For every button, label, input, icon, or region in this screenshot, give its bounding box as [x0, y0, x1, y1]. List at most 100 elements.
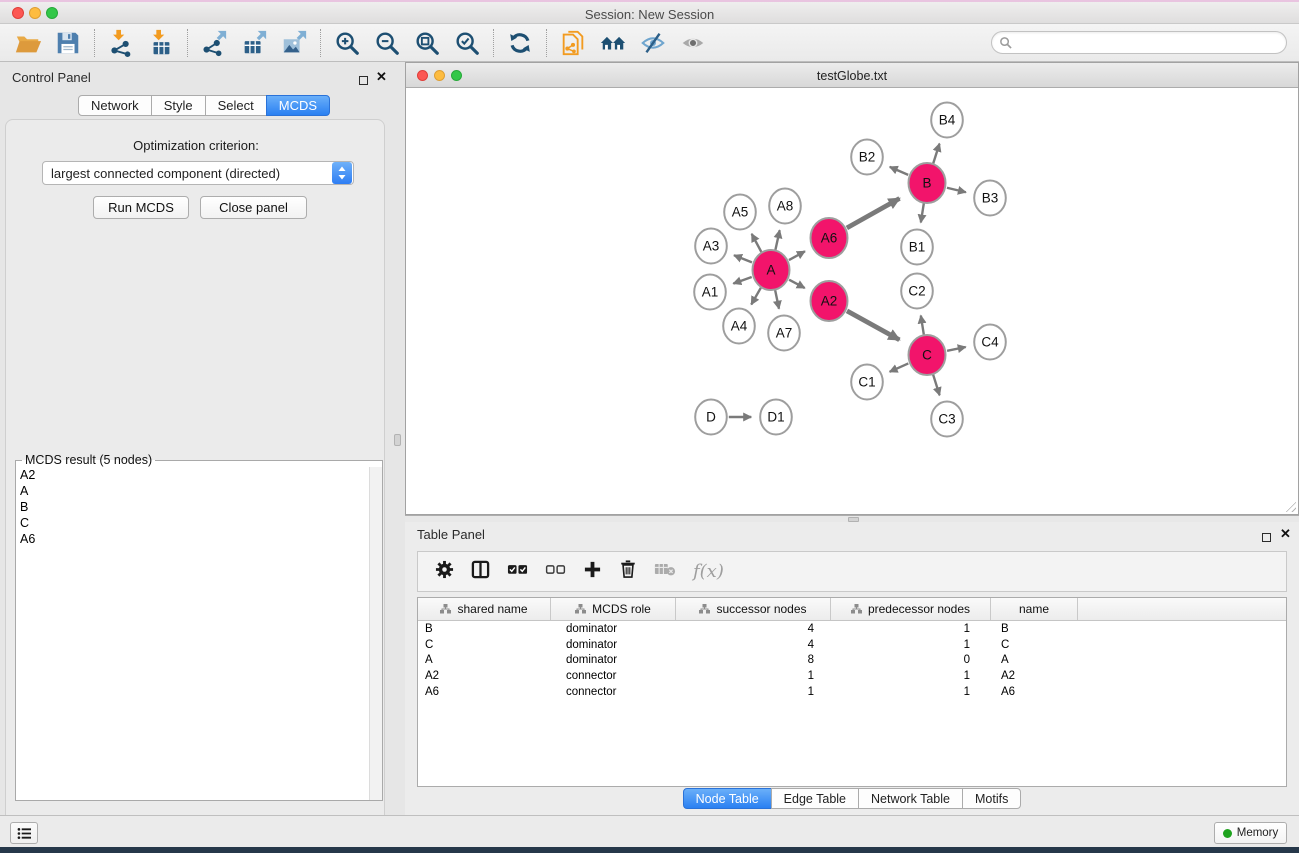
delete-row-trash-icon[interactable]	[619, 559, 637, 584]
mcds-result-item[interactable]: A6	[16, 531, 382, 547]
table-cell[interactable]: 1	[676, 686, 831, 698]
column-header-shared-name[interactable]: shared name	[418, 598, 551, 620]
graph-edge-A-A6[interactable]	[789, 251, 805, 260]
run-mcds-button[interactable]: Run MCDS	[93, 196, 189, 219]
graph-edge-A2-C[interactable]	[847, 311, 899, 340]
graph-edge-A-A1[interactable]	[733, 277, 751, 284]
table-row[interactable]: Adominator80A	[418, 653, 1286, 669]
export-table-icon[interactable]	[234, 27, 274, 59]
import-table-icon[interactable]	[141, 27, 181, 59]
graph-node-A7[interactable]: A7	[768, 316, 800, 351]
graph-node-C2[interactable]: C2	[901, 274, 933, 309]
graph-node-B3[interactable]: B3	[974, 181, 1006, 216]
graph-edge-B-B4[interactable]	[933, 144, 939, 164]
table-cell[interactable]: B	[991, 623, 1078, 635]
column-header-predecessor-nodes[interactable]: predecessor nodes	[831, 598, 991, 620]
table-row[interactable]: A2connector11A2	[418, 668, 1286, 684]
graph-edge-A-A3[interactable]	[734, 255, 752, 262]
graph-node-B2[interactable]: B2	[851, 140, 883, 175]
save-session-icon[interactable]	[48, 27, 88, 59]
show-selected-eye-icon[interactable]	[673, 27, 713, 59]
zoom-selected-icon[interactable]	[447, 27, 487, 59]
table-cell[interactable]: A2	[991, 670, 1078, 682]
table-cell[interactable]: connector	[551, 670, 676, 682]
graph-node-D1[interactable]: D1	[760, 400, 792, 435]
tab-style[interactable]: Style	[151, 95, 206, 116]
graph-node-B[interactable]: B	[909, 163, 946, 203]
memory-button[interactable]: Memory	[1214, 822, 1287, 844]
vertical-split-divider[interactable]	[390, 62, 405, 815]
graph-edge-A-A5[interactable]	[752, 234, 762, 252]
export-network-icon[interactable]	[194, 27, 234, 59]
close-panel-icon[interactable]: ✕	[376, 72, 387, 81]
divider-drag-handle[interactable]	[394, 434, 401, 446]
graph-node-C4[interactable]: C4	[974, 325, 1006, 360]
table-cell[interactable]: 4	[676, 623, 831, 635]
table-cell[interactable]: 0	[831, 654, 991, 666]
zoom-window-button[interactable]	[46, 7, 58, 19]
graph-edge-B-B1[interactable]	[921, 203, 924, 222]
graph-node-D[interactable]: D	[695, 400, 727, 435]
table-settings-gear-icon[interactable]	[435, 560, 454, 584]
graph-edge-A-A4[interactable]	[751, 288, 761, 305]
close-panel-button[interactable]: Close panel	[200, 196, 307, 219]
graph-edge-A6-B[interactable]	[847, 198, 900, 228]
table-cell[interactable]: B	[418, 623, 551, 635]
table-cell[interactable]: 1	[676, 670, 831, 682]
graph-edge-A-A2[interactable]	[789, 280, 805, 288]
tab-mcds[interactable]: MCDS	[266, 95, 330, 116]
graph-node-B4[interactable]: B4	[931, 103, 963, 138]
optimization-criterion-select[interactable]: largest connected component (directed)	[42, 161, 354, 185]
graph-edge-C-C1[interactable]	[890, 363, 909, 371]
apply-layout-icon[interactable]	[500, 27, 540, 59]
table-row[interactable]: Bdominator41B	[418, 621, 1286, 637]
search-input[interactable]	[1012, 34, 1286, 52]
table-cell[interactable]: dominator	[551, 639, 676, 651]
graph-node-A5[interactable]: A5	[724, 195, 756, 230]
horizontal-split-divider[interactable]	[405, 515, 1299, 522]
table-cell[interactable]: C	[418, 639, 551, 651]
graph-edge-C-C3[interactable]	[933, 375, 939, 396]
graph-node-B1[interactable]: B1	[901, 230, 933, 265]
table-cell[interactable]: A	[991, 654, 1078, 666]
float-panel-icon[interactable]	[359, 72, 368, 90]
table-cell[interactable]: 8	[676, 654, 831, 666]
hide-selected-eye-icon[interactable]	[633, 27, 673, 59]
graph-node-A1[interactable]: A1	[694, 275, 726, 310]
network-canvas[interactable]: B4B2BB3A8A5A6A3B1AA1C2A2A4A7C4CC1C3DD1	[406, 88, 1298, 514]
mcds-result-list[interactable]: A2ABCA6	[16, 467, 382, 800]
float-table-panel-icon[interactable]	[1262, 529, 1271, 547]
deselect-all-columns-icon[interactable]	[545, 562, 566, 581]
mcds-result-item[interactable]: A2	[16, 467, 382, 483]
graph-edge-A-A7[interactable]	[775, 290, 779, 309]
table-row[interactable]: Cdominator41C	[418, 637, 1286, 653]
zoom-fit-icon[interactable]	[407, 27, 447, 59]
show-all-networks-icon[interactable]	[593, 27, 633, 59]
table-cell[interactable]: 1	[831, 670, 991, 682]
graph-node-A6[interactable]: A6	[811, 218, 848, 258]
table-cell[interactable]: 1	[831, 639, 991, 651]
graph-node-A4[interactable]: A4	[723, 309, 755, 344]
graph-edge-A-A8[interactable]	[775, 230, 779, 250]
select-all-columns-icon[interactable]	[507, 562, 528, 581]
graph-edge-C-C4[interactable]	[947, 347, 966, 351]
mcds-list-scrollbar[interactable]	[369, 467, 382, 800]
tab-select[interactable]: Select	[205, 95, 267, 116]
table-cell[interactable]: connector	[551, 686, 676, 698]
mcds-result-item[interactable]: B	[16, 499, 382, 515]
close-window-button[interactable]	[12, 7, 24, 19]
tab-motifs[interactable]: Motifs	[962, 788, 1021, 809]
mcds-result-item[interactable]: C	[16, 515, 382, 531]
table-cell[interactable]: 1	[831, 623, 991, 635]
tab-network[interactable]: Network	[78, 95, 152, 116]
graph-node-C[interactable]: C	[909, 335, 946, 375]
table-cell[interactable]: A	[418, 654, 551, 666]
minimize-window-button[interactable]	[29, 7, 41, 19]
new-network-from-selection-icon[interactable]	[553, 27, 593, 59]
mcds-result-item[interactable]: A	[16, 483, 382, 499]
graph-node-A[interactable]: A	[753, 250, 790, 290]
add-row-icon[interactable]	[583, 560, 602, 584]
table-cell[interactable]: 1	[831, 686, 991, 698]
graph-node-C3[interactable]: C3	[931, 402, 963, 437]
table-cell[interactable]: A6	[418, 686, 551, 698]
